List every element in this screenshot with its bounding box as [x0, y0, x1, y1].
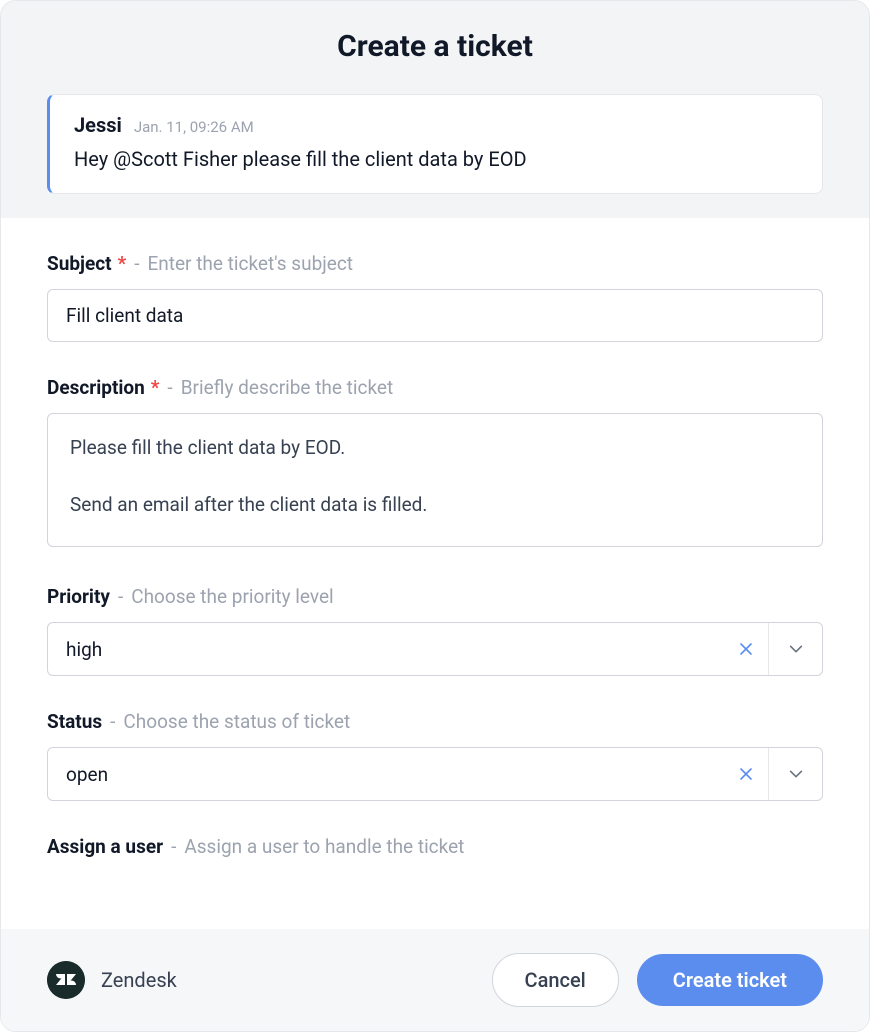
chevron-down-icon — [787, 640, 805, 658]
priority-dropdown-button[interactable] — [768, 623, 822, 675]
priority-label: Priority — [47, 585, 110, 608]
label-separator: - — [134, 252, 139, 275]
description-hint: Briefly describe the ticket — [181, 376, 394, 399]
chevron-down-icon — [787, 765, 805, 783]
footer-actions: Cancel Create ticket — [492, 953, 823, 1007]
description-label: Description — [47, 376, 145, 399]
create-ticket-button[interactable]: Create ticket — [637, 954, 823, 1006]
priority-group: Priority - Choose the priority level hig… — [47, 585, 823, 676]
status-dropdown-button[interactable] — [768, 748, 822, 800]
label-separator: - — [167, 376, 172, 399]
assign-label: Assign a user — [47, 835, 163, 858]
assign-hint: Assign a user to handle the ticket — [184, 835, 464, 858]
status-select[interactable]: open — [47, 747, 823, 801]
priority-hint: Choose the priority level — [131, 585, 333, 608]
assign-group: Assign a user - Assign a user to handle … — [47, 835, 823, 858]
source-message-card: Jessi Jan. 11, 09:26 AM Hey @Scott Fishe… — [47, 94, 823, 194]
modal-title: Create a ticket — [47, 29, 823, 64]
subject-label: Subject — [47, 252, 112, 275]
message-author: Jessi — [74, 113, 122, 137]
zendesk-icon — [47, 961, 85, 999]
message-timestamp: Jan. 11, 09:26 AM — [134, 118, 254, 136]
assign-label-row: Assign a user - Assign a user to handle … — [47, 835, 823, 858]
close-icon — [738, 641, 754, 657]
status-label-row: Status - Choose the status of ticket — [47, 710, 823, 733]
description-group: Description * - Briefly describe the tick… — [47, 376, 823, 551]
label-separator: - — [110, 710, 115, 733]
cancel-button[interactable]: Cancel — [492, 953, 619, 1007]
subject-hint: Enter the ticket's subject — [147, 252, 353, 275]
status-value: open — [48, 748, 724, 800]
description-input[interactable]: Please fill the client data by EOD. Send… — [47, 413, 823, 547]
close-icon — [738, 766, 754, 782]
integration-name: Zendesk — [101, 968, 177, 992]
priority-clear-button[interactable] — [724, 623, 768, 675]
subject-group: Subject * - Enter the ticket's subject — [47, 252, 823, 342]
status-clear-button[interactable] — [724, 748, 768, 800]
status-label: Status — [47, 710, 102, 733]
ticket-form: Subject * - Enter the ticket's subject De… — [1, 218, 869, 1031]
subject-input[interactable] — [47, 289, 823, 342]
status-hint: Choose the status of ticket — [123, 710, 350, 733]
label-separator: - — [171, 835, 176, 858]
message-header: Jessi Jan. 11, 09:26 AM — [74, 113, 798, 137]
label-separator: - — [118, 585, 123, 608]
footer-integration: Zendesk — [47, 961, 177, 999]
status-group: Status - Choose the status of ticket ope… — [47, 710, 823, 801]
priority-select[interactable]: high — [47, 622, 823, 676]
required-asterisk: * — [151, 376, 160, 399]
modal-footer: Zendesk Cancel Create ticket — [1, 929, 869, 1031]
required-asterisk: * — [118, 252, 127, 275]
description-label-row: Description * - Briefly describe the tick… — [47, 376, 823, 399]
priority-label-row: Priority - Choose the priority level — [47, 585, 823, 608]
message-body: Hey @Scott Fisher please fill the client… — [74, 145, 798, 173]
subject-label-row: Subject * - Enter the ticket's subject — [47, 252, 823, 275]
priority-value: high — [48, 623, 724, 675]
create-ticket-modal: Create a ticket Jessi Jan. 11, 09:26 AM … — [0, 0, 870, 1032]
modal-header: Create a ticket Jessi Jan. 11, 09:26 AM … — [1, 1, 869, 218]
